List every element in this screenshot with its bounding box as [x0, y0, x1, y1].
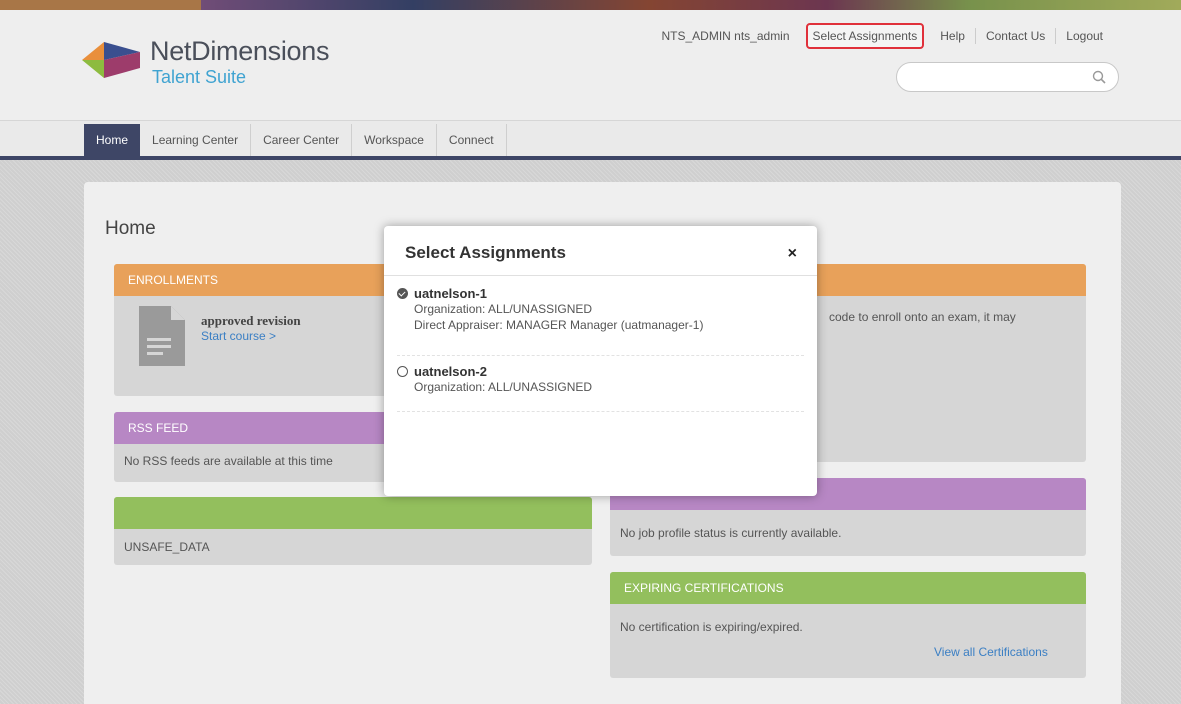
document-icon: [139, 306, 185, 366]
assignment-appraiser: Direct Appraiser: MANAGER Manager (uatma…: [414, 318, 704, 332]
assignment-option-2[interactable]: uatnelson-2 Organization: ALL/UNASSIGNED: [397, 364, 804, 412]
brand-product: Talent Suite: [152, 67, 247, 87]
assignment-name: uatnelson-1: [414, 286, 487, 301]
view-all-certifications-link[interactable]: View all Certifications: [934, 645, 1048, 659]
dialog-divider: [384, 275, 817, 276]
help-link[interactable]: Help: [930, 28, 975, 44]
radio-unselected-icon[interactable]: [397, 366, 408, 377]
current-user: NTS_ADMIN nts_admin: [661, 29, 790, 43]
assignment-option-1[interactable]: uatnelson-1 Organization: ALL/UNASSIGNED…: [397, 286, 804, 356]
search-input[interactable]: [911, 63, 1091, 91]
tab-learning-center[interactable]: Learning Center: [140, 124, 252, 157]
radio-selected-icon[interactable]: [397, 288, 408, 299]
green-widget: [114, 497, 592, 565]
search-box: [896, 62, 1119, 92]
tab-connect[interactable]: Connect: [437, 124, 507, 157]
green-widget-header: [114, 497, 592, 529]
job-profile-message: No job profile status is currently avail…: [620, 526, 842, 540]
unsafe-data-text: UNSAFE_DATA: [124, 540, 210, 554]
assignment-organization: Organization: ALL/UNASSIGNED: [414, 302, 593, 316]
nav-tabs: Home Learning Center Career Center Works…: [84, 124, 507, 157]
netdimensions-logo-icon: [82, 42, 140, 78]
exam-enroll-text: code to enroll onto an exam, it may: [829, 310, 1016, 324]
tab-home[interactable]: Home: [84, 124, 141, 157]
contact-us-link[interactable]: Contact Us: [974, 28, 1055, 44]
tab-workspace[interactable]: Workspace: [352, 124, 437, 157]
logo[interactable]: NetDimensions Talent Suite: [82, 32, 382, 102]
logout-link[interactable]: Logout: [1055, 28, 1113, 44]
page-title: Home: [105, 218, 156, 239]
close-icon[interactable]: ×: [788, 245, 797, 263]
tab-career-center[interactable]: Career Center: [251, 124, 353, 157]
brand-name: NetDimensions: [150, 36, 330, 66]
assignment-name: uatnelson-2: [414, 364, 487, 379]
select-assignments-dialog: Select Assignments × uatnelson-1 Organiz…: [384, 226, 817, 496]
dialog-title: Select Assignments: [405, 243, 566, 262]
certifications-message: No certification is expiring/expired.: [620, 620, 803, 634]
rss-empty-message: No RSS feeds are available at this time: [124, 454, 333, 468]
start-course-link[interactable]: Start course >: [201, 329, 276, 343]
search-icon[interactable]: [1092, 70, 1106, 84]
select-assignments-link[interactable]: Select Assignments: [805, 23, 925, 49]
top-links: NTS_ADMIN nts_admin Select Assignments H…: [651, 23, 1113, 49]
course-name[interactable]: approved revision: [201, 313, 301, 329]
top-color-stripe: [0, 0, 1181, 10]
assignment-organization: Organization: ALL/UNASSIGNED: [414, 380, 593, 394]
certifications-header: EXPIRING CERTIFICATIONS: [610, 572, 1086, 604]
main-nav: Home Learning Center Career Center Works…: [0, 120, 1181, 160]
